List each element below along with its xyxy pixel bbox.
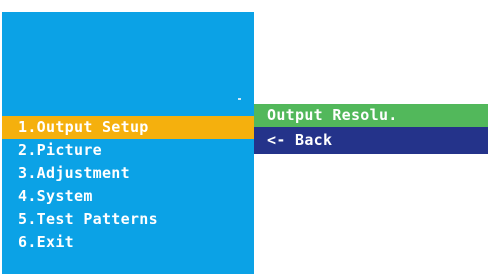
main-menu-list: 1.Output Setup 2.Picture 3.Adjustment 4.… <box>2 116 254 254</box>
menu-item-exit[interactable]: 6.Exit <box>2 231 254 254</box>
menu-item-test-patterns[interactable]: 5.Test Patterns <box>2 208 254 231</box>
menu-item-picture[interactable]: 2.Picture <box>2 139 254 162</box>
menu-item-output-setup[interactable]: 1.Output Setup <box>2 116 254 139</box>
menu-item-adjustment[interactable]: 3.Adjustment <box>2 162 254 185</box>
main-menu-panel: 1.Output Setup 2.Picture 3.Adjustment 4.… <box>2 12 254 274</box>
submenu-item-back[interactable]: <- Back <box>254 127 488 154</box>
menu-item-system[interactable]: 4.System <box>2 185 254 208</box>
submenu-item-output-resolution[interactable]: Output Resolu. <box>254 104 488 127</box>
output-setup-submenu: Output Resolu. <- Back <box>254 104 488 154</box>
decorative-dot <box>238 98 241 100</box>
